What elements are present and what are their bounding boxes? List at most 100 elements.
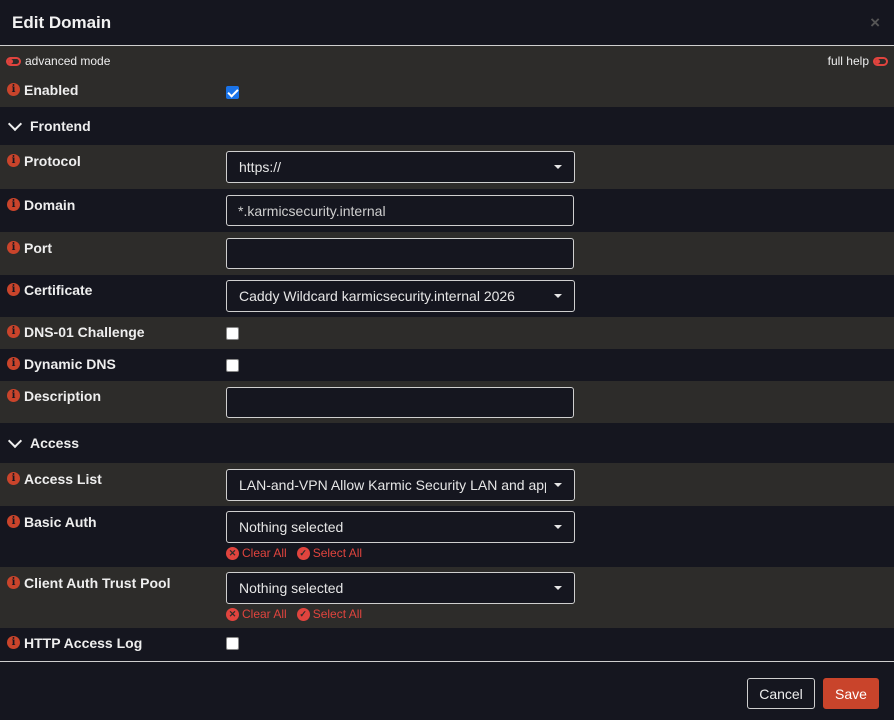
- dialog-header: Edit Domain ×: [0, 0, 894, 46]
- basic-auth-select-all[interactable]: ✓ Select All: [296, 546, 362, 560]
- dns01-checkbox[interactable]: [226, 327, 239, 340]
- field-domain: *.karmicsecurity.internal: [226, 195, 574, 226]
- full-help-label: full help: [827, 54, 869, 68]
- label-enabled: i Enabled: [0, 76, 226, 98]
- info-icon[interactable]: i: [7, 576, 20, 589]
- certificate-label: Certificate: [24, 282, 93, 298]
- protocol-select[interactable]: https://: [226, 151, 575, 183]
- basic-auth-value: Nothing selected: [239, 519, 344, 535]
- info-icon[interactable]: i: [7, 154, 20, 167]
- row-domain: i Domain *.karmicsecurity.internal: [0, 189, 894, 232]
- row-port: i Port: [0, 232, 894, 275]
- row-dns01: i DNS-01 Challenge: [0, 317, 894, 349]
- row-http-log: i HTTP Access Log: [0, 628, 894, 659]
- http-log-checkbox[interactable]: [226, 637, 239, 650]
- info-icon[interactable]: i: [7, 325, 20, 338]
- access-list-select[interactable]: LAN-and-VPN Allow Karmic Security LAN an…: [226, 469, 575, 501]
- section-access[interactable]: Access: [0, 423, 894, 463]
- caret-down-icon: [554, 294, 562, 298]
- info-icon[interactable]: i: [7, 198, 20, 211]
- enabled-checkbox[interactable]: [226, 86, 239, 99]
- caret-down-icon: [554, 586, 562, 590]
- description-input[interactable]: [226, 387, 574, 418]
- info-icon[interactable]: i: [7, 472, 20, 485]
- x-circle-icon: ✕: [226, 607, 239, 621]
- access-list-value: LAN-and-VPN Allow Karmic Security LAN an…: [239, 477, 546, 493]
- dynamic-dns-checkbox[interactable]: [226, 359, 239, 372]
- info-icon[interactable]: i: [7, 389, 20, 402]
- clear-all-label: Clear All: [242, 607, 287, 621]
- field-dynamic-dns: [226, 359, 239, 377]
- field-access-list: LAN-and-VPN Allow Karmic Security LAN an…: [226, 469, 575, 501]
- check-circle-icon: ✓: [296, 607, 310, 621]
- row-dynamic-dns: i Dynamic DNS: [0, 349, 894, 381]
- certificate-value: Caddy Wildcard karmicsecurity.internal 2…: [239, 288, 515, 304]
- select-all-label: Select All: [312, 607, 363, 621]
- row-protocol: i Protocol https://: [0, 145, 894, 189]
- basic-auth-clear-all[interactable]: ✕ Clear All: [226, 546, 287, 560]
- client-auth-select-all[interactable]: ✓ Select All: [296, 607, 363, 621]
- row-client-auth: i Client Auth Trust Pool Nothing selecte…: [0, 567, 894, 628]
- dialog-title: Edit Domain: [12, 12, 112, 32]
- row-basic-auth: i Basic Auth Nothing selected ✕ Clear Al…: [0, 506, 894, 567]
- toggle-off-icon: [6, 56, 21, 66]
- port-label: Port: [24, 240, 52, 256]
- protocol-label: Protocol: [24, 153, 81, 169]
- save-button[interactable]: Save: [823, 678, 879, 709]
- domain-input[interactable]: *.karmicsecurity.internal: [226, 195, 574, 226]
- info-icon[interactable]: i: [7, 83, 20, 96]
- edit-domain-dialog: Edit Domain × advanced mode full help i …: [0, 0, 894, 720]
- caret-down-icon: [554, 165, 562, 169]
- field-certificate: Caddy Wildcard karmicsecurity.internal 2…: [226, 280, 575, 312]
- clear-all-label: Clear All: [242, 546, 287, 560]
- close-icon[interactable]: ×: [870, 13, 880, 33]
- certificate-select[interactable]: Caddy Wildcard karmicsecurity.internal 2…: [226, 280, 575, 312]
- advanced-mode-label: advanced mode: [25, 54, 111, 68]
- info-icon[interactable]: i: [7, 515, 20, 528]
- chevron-down-icon: [7, 433, 23, 448]
- section-frontend[interactable]: Frontend: [0, 107, 894, 145]
- label-client-auth: i Client Auth Trust Pool: [0, 567, 226, 591]
- full-help-toggle[interactable]: full help: [828, 54, 888, 68]
- client-auth-select[interactable]: Nothing selected: [226, 572, 575, 604]
- cancel-button[interactable]: Cancel: [747, 678, 815, 709]
- info-icon[interactable]: i: [7, 283, 20, 296]
- basic-auth-actions: ✕ Clear All ✓ Select All: [226, 546, 575, 560]
- description-label: Description: [24, 388, 102, 404]
- client-auth-label: Client Auth Trust Pool: [24, 575, 171, 591]
- field-protocol: https://: [226, 151, 575, 183]
- http-log-label: HTTP Access Log: [24, 635, 143, 651]
- access-list-label: Access List: [24, 471, 102, 487]
- row-enabled: i Enabled: [0, 76, 894, 107]
- dynamic-dns-label: Dynamic DNS: [24, 356, 116, 372]
- client-auth-actions: ✕ Clear All ✓ Select All: [226, 607, 575, 621]
- row-access-list: i Access List LAN-and-VPN Allow Karmic S…: [0, 463, 894, 506]
- basic-auth-label: Basic Auth: [24, 514, 97, 530]
- label-access-list: i Access List: [0, 463, 226, 487]
- basic-auth-select[interactable]: Nothing selected: [226, 511, 575, 543]
- field-http-log: [226, 637, 239, 655]
- section-frontend-label: Frontend: [30, 118, 91, 134]
- label-dns01: i DNS-01 Challenge: [0, 317, 226, 340]
- client-auth-clear-all[interactable]: ✕ Clear All: [226, 607, 287, 621]
- info-icon[interactable]: i: [7, 357, 20, 370]
- info-icon[interactable]: i: [7, 241, 20, 254]
- protocol-value: https://: [239, 159, 282, 175]
- label-certificate: i Certificate: [0, 275, 226, 298]
- client-auth-value: Nothing selected: [239, 580, 344, 596]
- field-client-auth: Nothing selected ✕ Clear All ✓ Select Al…: [226, 572, 575, 621]
- field-enabled: [226, 86, 239, 104]
- dialog-footer: Cancel Save: [0, 661, 894, 720]
- x-circle-icon: ✕: [226, 546, 239, 560]
- label-description: i Description: [0, 381, 226, 404]
- toggle-off-icon: [873, 56, 888, 66]
- advanced-mode-toggle[interactable]: advanced mode: [6, 54, 110, 68]
- label-port: i Port: [0, 232, 226, 256]
- label-domain: i Domain: [0, 189, 226, 213]
- section-access-label: Access: [30, 435, 80, 451]
- row-description: i Description: [0, 381, 894, 423]
- port-input[interactable]: [226, 238, 574, 269]
- enabled-label: Enabled: [24, 82, 79, 98]
- info-icon[interactable]: i: [7, 636, 20, 649]
- field-description: [226, 387, 574, 418]
